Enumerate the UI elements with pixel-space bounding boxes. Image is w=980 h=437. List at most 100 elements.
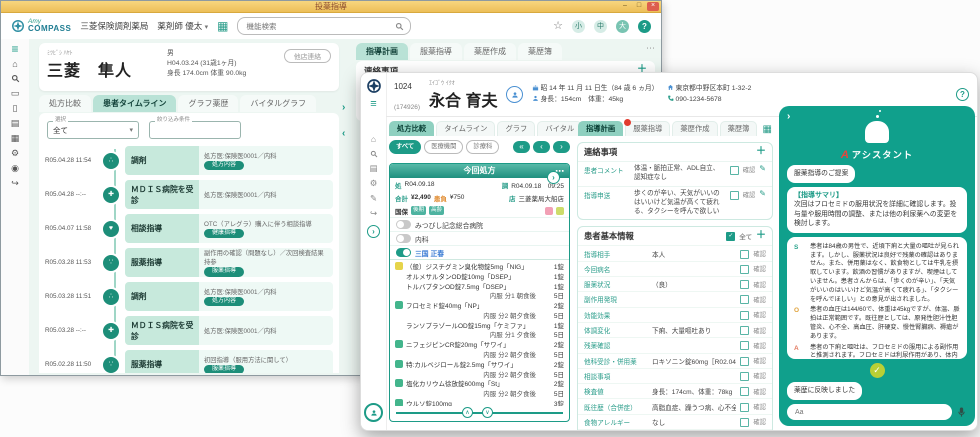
confirm-checkbox[interactable] <box>740 326 749 335</box>
maximize-icon[interactable]: □ <box>633 2 645 11</box>
logout-icon[interactable]: ↪ <box>1 178 29 188</box>
menu-icon[interactable]: ≡ <box>1 44 29 54</box>
help-icon[interactable]: ? <box>956 88 969 101</box>
confirm-checkbox[interactable] <box>740 418 749 427</box>
confirm-checkbox[interactable] <box>740 387 749 396</box>
user-menu[interactable]: 薬剤師 優太 ▾ <box>157 20 208 32</box>
add-icon[interactable]: ＋ <box>756 231 766 241</box>
edit-pencil-icon[interactable]: ✎ <box>759 190 766 198</box>
monitor-icon[interactable]: ▭ <box>1 88 29 98</box>
help-icon[interactable]: ? <box>638 20 651 33</box>
font-size-large-button[interactable]: 大 <box>616 20 629 33</box>
search-input[interactable] <box>244 21 391 32</box>
medication-row[interactable]: （般）ジスチグミン臭化物錠5mg「NIG」1錠 <box>390 261 569 271</box>
close-icon[interactable]: × <box>647 2 659 11</box>
tab-prescription-compare[interactable]: 処方比較 <box>39 95 91 112</box>
medication-row[interactable]: トルバプタンOD錠7.5mg「DSEP」1錠 <box>390 281 569 291</box>
tab-graph-history[interactable]: グラフ薬歴 <box>178 95 238 112</box>
other-store-contact-button[interactable]: 他店連絡 <box>284 49 331 63</box>
tab-medication-guidance[interactable]: 服薬指導 <box>625 121 670 136</box>
select-all-checkbox[interactable]: ✓ <box>726 232 735 241</box>
detail-badge[interactable]: 処方内容 <box>204 161 244 170</box>
confirm-checkbox[interactable] <box>740 265 749 274</box>
notebook-pink-icon[interactable] <box>545 207 553 215</box>
confirm-checkbox[interactable] <box>740 357 749 366</box>
font-size-small-button[interactable]: 小 <box>572 20 585 33</box>
confirm-checkbox[interactable] <box>740 403 749 412</box>
expand-right-icon[interactable]: › <box>342 103 345 113</box>
person-icon[interactable] <box>506 86 523 103</box>
microphone-icon[interactable] <box>957 407 967 418</box>
tab-guidance-plan[interactable]: 指導計画 <box>578 121 623 136</box>
medication-row[interactable]: 特:カルベジロール錠2.5mg「サワイ」2錠 <box>390 359 569 369</box>
doctor-toggle[interactable] <box>396 248 411 257</box>
chip-all[interactable]: すべて <box>389 140 421 154</box>
first-page-icon[interactable]: « <box>513 141 530 153</box>
pharmacy-building-icon[interactable]: ▦ <box>1 133 29 143</box>
font-size-medium-button[interactable]: 中 <box>594 20 607 33</box>
tab-record-book[interactable]: 薬歴簿 <box>518 43 562 60</box>
confirm-checkbox[interactable] <box>740 295 749 304</box>
menu-icon[interactable]: ≡ <box>361 100 386 109</box>
function-search[interactable] <box>237 17 411 35</box>
compass-logo-icon[interactable] <box>361 78 386 94</box>
printer-icon[interactable]: ▤ <box>1 118 29 128</box>
records-icon[interactable]: ▤ <box>361 164 386 173</box>
settings-gear-icon[interactable]: ⚙ <box>361 179 386 188</box>
home-icon[interactable]: ⌂ <box>361 135 386 144</box>
detail-badge[interactable]: 健康指導 <box>204 229 244 238</box>
detail-badge[interactable]: 処方内容 <box>204 297 244 306</box>
edit-pencil-icon[interactable]: ✎ <box>759 165 766 173</box>
notebook-yellow-icon[interactable] <box>556 207 564 215</box>
mobile-icon[interactable]: ▯ <box>1 103 29 113</box>
timeline-item[interactable]: R05.03.28 --:-- ✚ ＭＤＩＳ病院を受診 処方医:保険医0001／… <box>45 315 333 346</box>
edit-icon[interactable]: ✎ <box>361 194 386 203</box>
window-titlebar[interactable]: 投薬指導 – □ × <box>1 1 661 13</box>
department-toggle[interactable] <box>396 234 411 243</box>
medication-row[interactable]: ランソプラゾールOD錠15mg「ケミファ」1錠 <box>390 320 569 330</box>
minimize-icon[interactable]: – <box>619 2 631 11</box>
chip-institution[interactable]: 医療機関 <box>424 140 463 154</box>
collapse-left-icon[interactable]: ‹ <box>342 129 345 139</box>
timeline-item[interactable]: R05.04.07 11:58 ♥ 相談指導 OTC（アレグラ）購入に伴う相談指… <box>45 213 333 244</box>
patient-avatar-icon[interactable] <box>364 403 383 422</box>
add-icon[interactable]: ＋ <box>756 147 766 157</box>
tab-medication-guidance[interactable]: 服薬指導 <box>410 43 462 60</box>
expand-panel-icon[interactable]: › <box>547 171 560 184</box>
doctor-name[interactable]: 三国 正春 <box>415 248 444 258</box>
scroll-down-icon[interactable]: ∨ <box>482 407 493 418</box>
search-icon[interactable] <box>1 74 29 83</box>
timeline-item[interactable]: R05.02.28 11:50 ∵ 服薬指導 初回指導（服用方法に関して） 服薬… <box>45 349 333 373</box>
medication-row[interactable]: フロセミド錠40mg「NP」2錠 <box>390 300 569 310</box>
tab-record-book[interactable]: 薬歴簿 <box>720 121 758 136</box>
tab-guidance-plan[interactable]: 指導計画 <box>356 43 408 60</box>
medication-row[interactable]: オルメサルタンOD錠10mg「DSEP」1錠 <box>390 271 569 281</box>
tab-patient-timeline[interactable]: 患者タイムライン <box>93 95 176 112</box>
timeline-item[interactable]: R05.04.28 11:54 ∴ 調剤 処方医:保険医0001／内科 処方内容 <box>45 145 333 176</box>
confirm-checkbox[interactable] <box>730 166 739 175</box>
filter-select[interactable]: 選択 全て ▾ <box>47 121 139 139</box>
confirm-checkbox[interactable] <box>740 341 749 350</box>
timeline-item[interactable]: R05.03.28 11:51 ∴ 調剤 処方医:保険医0001／内科 処方内容 <box>45 281 333 312</box>
filter-keyword-input[interactable]: 絞り込み条件 <box>149 121 241 139</box>
detail-badge[interactable]: 服薬指導 <box>204 267 244 276</box>
assistant-message-input[interactable] <box>787 404 952 420</box>
logout-icon[interactable]: ↪ <box>361 209 386 218</box>
tab-prescription-compare[interactable]: 処方比較 <box>389 121 434 136</box>
tab-record-create[interactable]: 薬歴作成 <box>464 43 516 60</box>
detail-badge[interactable]: 服薬指導 <box>204 365 244 373</box>
tab-vital-graph[interactable]: バイタルグラフ <box>240 95 316 112</box>
medication-row[interactable]: 塩化カリウム徐放錠600mg「St」2錠 <box>390 379 569 389</box>
timeline-item[interactable]: R05.04.28 --:-- ✚ ＭＤＩＳ病院を受診 処方医:保険医0001／… <box>45 179 333 210</box>
medication-row[interactable]: ウルソ錠100mg3錠 <box>390 398 569 406</box>
expand-sidebar-icon[interactable]: › <box>367 225 380 238</box>
tab-timeline[interactable]: タイムライン <box>436 121 495 136</box>
app-grid-icon[interactable]: ▦ <box>217 20 228 32</box>
more-menu-icon[interactable]: ⋯ <box>646 43 655 60</box>
timeline-item[interactable]: R05.03.28 11:53 ∵ 服薬指導 副作用の確認（問題なし）／次回検査… <box>45 247 333 278</box>
tab-graph[interactable]: グラフ <box>497 121 535 136</box>
tab-record-create[interactable]: 薬歴作成 <box>672 121 717 136</box>
confirm-checkbox[interactable] <box>740 311 749 320</box>
prev-page-icon[interactable]: ‹ <box>533 141 550 153</box>
favorite-star-icon[interactable]: ☆ <box>553 20 563 33</box>
